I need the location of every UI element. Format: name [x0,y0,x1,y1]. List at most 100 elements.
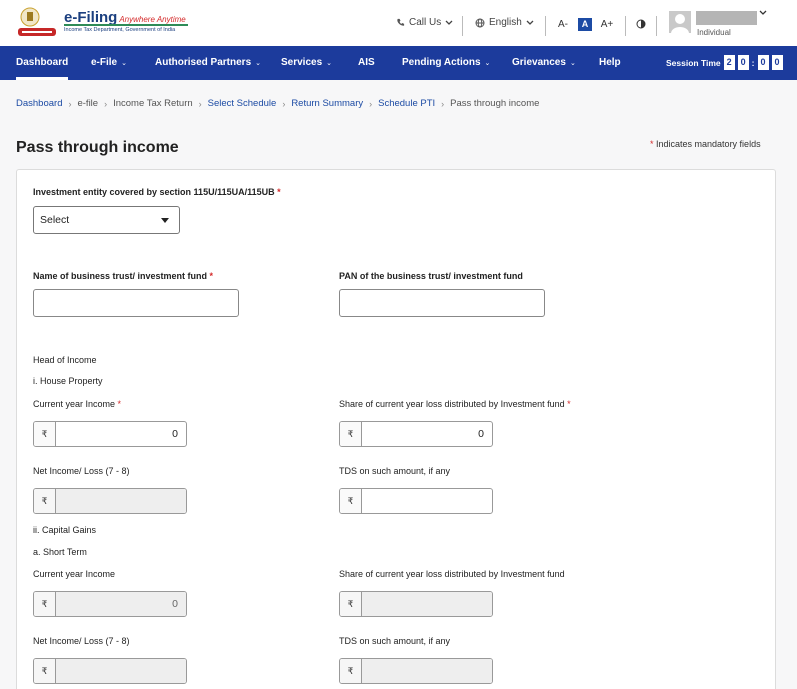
language-label: English [489,17,522,28]
breadcrumb: Dashboard › e-file › Income Tax Return ›… [16,98,539,109]
short-term-heading: a. Short Term [33,547,87,557]
mandatory-note: * Indicates mandatory fields [650,139,761,149]
nav-pending-actions[interactable]: Pending Actions ⌄ [402,46,490,80]
nav-efile[interactable]: e-File ⌄ [91,46,127,80]
chevron-right-icon: › [68,98,72,109]
input-value [362,592,492,616]
session-digit: 0 [771,55,783,70]
chevron-down-icon[interactable] [759,10,767,16]
breadcrumb-schedule-pti[interactable]: Schedule PTI [378,98,435,109]
st-tds-input: ₹ [339,658,493,684]
divider [545,16,546,36]
hp-share-loss-label: Share of current year loss distributed b… [339,399,571,409]
session-digit: 2 [723,55,735,70]
session-timer: Session Time 2 0 : 0 0 [666,55,783,70]
logo-tagline: Anywhere Anytime [119,15,186,24]
input-value [362,659,492,683]
user-icon [671,14,689,33]
input-value: 0 [56,592,186,616]
capital-gains-heading: ii. Capital Gains [33,525,97,535]
hp-current-income-input[interactable]: ₹ 0 [33,421,187,447]
contrast-icon[interactable] [636,19,646,29]
st-share-loss-input: ₹ [339,591,493,617]
breadcrumb-income-tax-return: Income Tax Return [113,98,193,109]
hp-net-income-input: ₹ [33,488,187,514]
trust-name-label: Name of business trust/ investment fund … [33,271,214,281]
nav-authorised-partners[interactable]: Authorised Partners ⌄ [155,46,261,80]
session-digit: 0 [737,55,749,70]
chevron-right-icon: › [104,98,108,109]
trust-name-input[interactable] [33,289,239,317]
chevron-right-icon: › [198,98,202,109]
chevron-down-icon: ⌄ [569,60,576,67]
chevron-down-icon: ⌄ [255,60,262,67]
house-property-heading: i. House Property [33,376,103,386]
hp-tds-label: TDS on such amount, if any [339,466,451,476]
user-name-redacted [696,11,757,25]
call-us-dropdown[interactable]: Call Us [396,17,453,28]
rupee-icon: ₹ [340,592,362,616]
select-value: Select [40,214,70,226]
session-label: Session Time [666,57,721,68]
breadcrumb-select-schedule[interactable]: Select Schedule [208,98,277,109]
font-increase-button[interactable]: A+ [600,18,614,31]
user-role: Individual [697,28,731,37]
breadcrumb-return-summary[interactable]: Return Summary [291,98,363,109]
investment-entity-select[interactable]: Select [33,206,180,234]
breadcrumb-current: Pass through income [450,98,540,109]
top-header: e-Filing Anywhere Anytime Income Tax Depa… [0,0,797,46]
st-net-income-input: ₹ [33,658,187,684]
nav-help[interactable]: Help [599,46,621,80]
rupee-icon: ₹ [34,592,56,616]
rupee-icon: ₹ [34,422,56,446]
nav-services[interactable]: Services ⌄ [281,46,332,80]
main-nav: Dashboard e-File ⌄ Authorised Partners ⌄ S… [0,46,797,80]
nav-grievances[interactable]: Grievances ⌄ [512,46,576,80]
investment-entity-label: Investment entity covered by section 115… [33,187,281,197]
page-title: Pass through income [16,139,179,156]
divider [656,16,657,36]
rupee-icon: ₹ [34,659,56,683]
breadcrumb-efile: e-file [77,98,99,109]
call-us-label: Call Us [409,17,442,28]
language-dropdown[interactable]: English [475,17,534,28]
efiling-logo[interactable]: e-Filing Anywhere Anytime Income Tax Depa… [16,6,191,40]
input-value: 0 [478,428,484,440]
chevron-down-icon [526,20,534,25]
hp-net-income-label: Net Income/ Loss (7 - 8) [33,466,130,476]
hp-tds-input[interactable]: ₹ [339,488,493,514]
chevron-right-icon: › [282,98,286,109]
st-net-income-label: Net Income/ Loss (7 - 8) [33,636,130,646]
st-current-income-input: ₹ 0 [33,591,187,617]
session-digit: 0 [757,55,769,70]
font-decrease-button[interactable]: A- [556,18,570,31]
input-value [56,659,186,683]
emblem-icon [18,7,56,36]
nav-ais[interactable]: AIS [358,46,375,80]
rupee-icon: ₹ [340,422,362,446]
input-value [56,489,186,513]
trust-pan-label: PAN of the business trust/ investment fu… [339,271,523,281]
rupee-icon: ₹ [340,659,362,683]
trust-pan-input[interactable] [339,289,545,317]
chevron-down-icon [445,20,453,25]
nav-dashboard[interactable]: Dashboard [16,46,69,80]
chevron-down-icon: ⌄ [121,60,127,67]
st-tds-label: TDS on such amount, if any [339,636,451,646]
head-of-income-heading: Head of Income [33,355,97,365]
logo-underline [64,24,188,26]
globe-icon [475,18,485,27]
avatar[interactable] [669,11,691,33]
chevron-right-icon: › [369,98,373,109]
st-current-income-label: Current year Income [33,569,116,579]
chevron-down-icon: ⌄ [326,60,333,67]
breadcrumb-dashboard[interactable]: Dashboard [16,98,62,109]
divider [625,16,626,36]
logo-subtitle: Income Tax Department, Government of Ind… [64,27,176,33]
rupee-icon: ₹ [34,489,56,513]
st-share-loss-label: Share of current year loss distributed b… [339,569,565,579]
font-normal-button[interactable]: A [578,18,592,31]
input-value: 0 [172,428,178,440]
chevron-down-icon: ⌄ [484,60,491,67]
hp-share-loss-input[interactable]: ₹ 0 [339,421,493,447]
